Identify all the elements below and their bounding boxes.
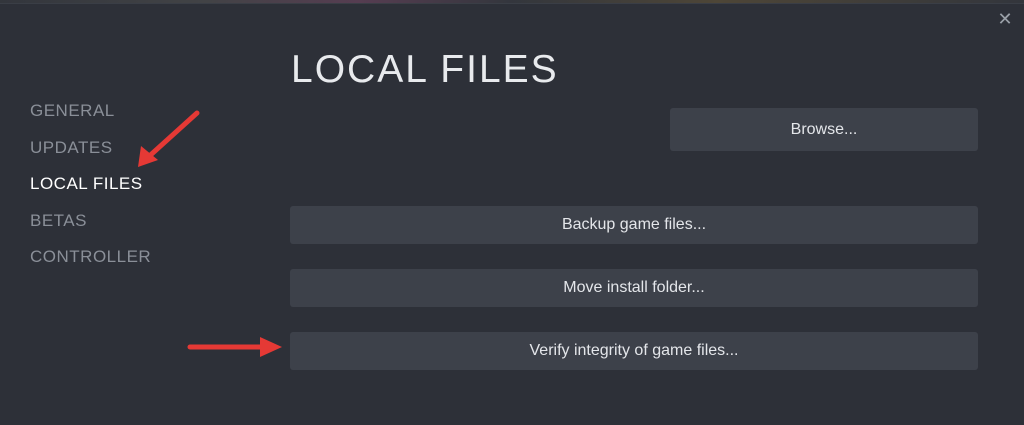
sidebar-item-local-files[interactable]: LOCAL FILES <box>30 173 230 210</box>
sidebar-item-betas[interactable]: BETAS <box>30 210 230 247</box>
sidebar-item-updates[interactable]: UPDATES <box>30 137 230 174</box>
page-title: LOCAL FILES <box>291 48 559 91</box>
screen: ✕ LOCAL FILES GENERAL UPDATES LOCAL FILE… <box>0 0 1024 425</box>
move-install-folder-button[interactable]: Move install folder... <box>290 269 978 307</box>
verify-integrity-button[interactable]: Verify integrity of game files... <box>290 332 978 370</box>
sidebar-item-general[interactable]: GENERAL <box>30 100 230 137</box>
browse-button[interactable]: Browse... <box>670 108 978 151</box>
sidebar-item-controller[interactable]: CONTROLLER <box>30 246 230 283</box>
backup-game-files-button[interactable]: Backup game files... <box>290 206 978 244</box>
properties-dialog: ✕ LOCAL FILES GENERAL UPDATES LOCAL FILE… <box>0 3 1024 425</box>
close-icon[interactable]: ✕ <box>996 10 1014 28</box>
sidebar-nav: GENERAL UPDATES LOCAL FILES BETAS CONTRO… <box>30 100 230 283</box>
